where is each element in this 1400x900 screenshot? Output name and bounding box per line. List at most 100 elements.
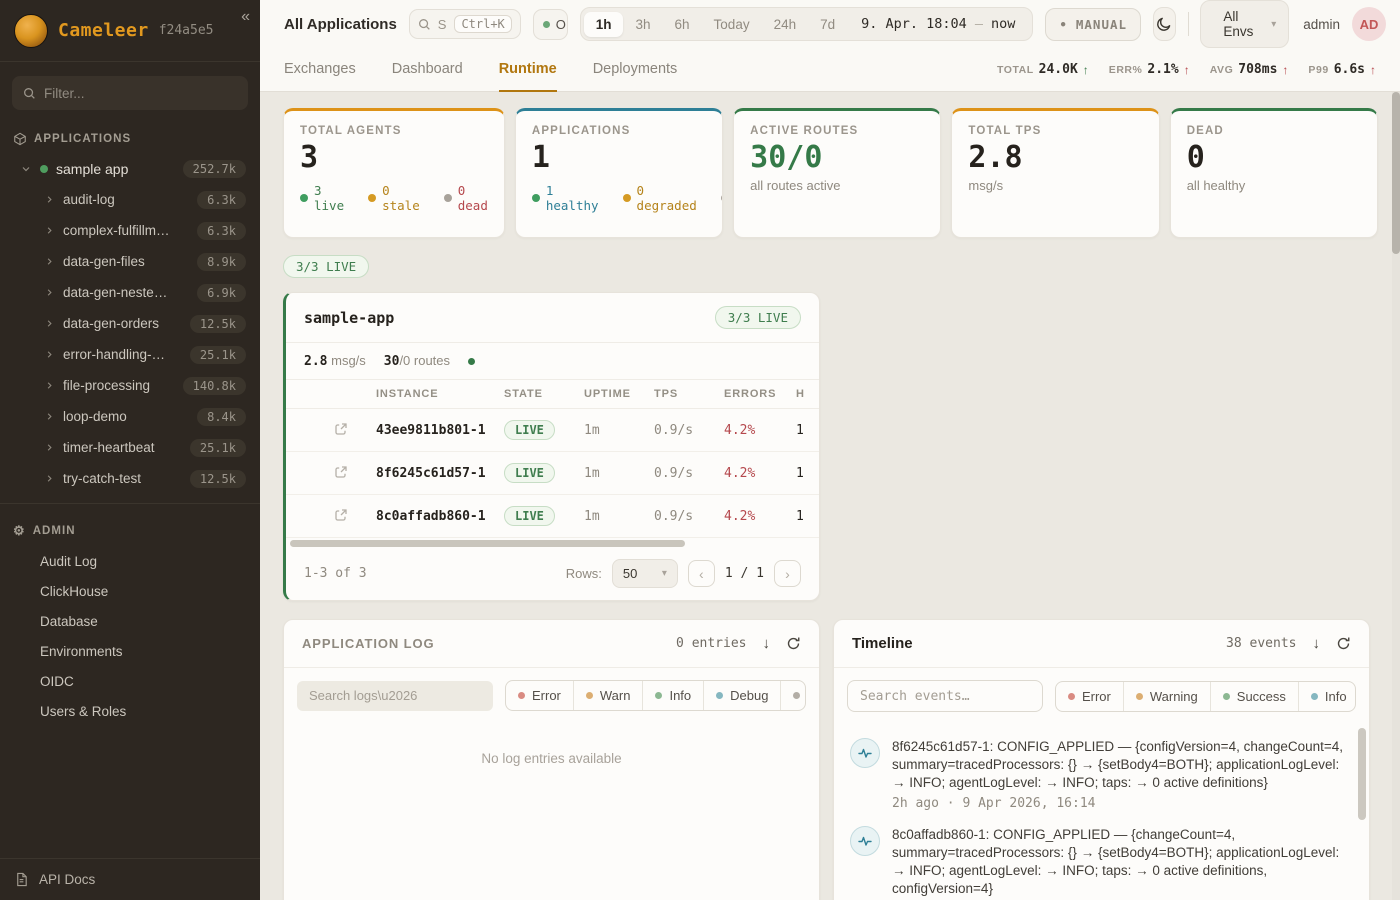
events-count: 38 events [1226, 636, 1296, 651]
chevron-right-icon[interactable] [44, 380, 55, 391]
applications-section-header: APPLICATIONS [0, 122, 260, 154]
external-link-icon[interactable] [334, 465, 348, 479]
agents-dead-stat: 0dead [444, 183, 488, 213]
level-dot [655, 692, 662, 699]
page-indicator: 1 / 1 [725, 566, 764, 581]
time-range-7d[interactable]: 7d [808, 12, 847, 37]
refresh-icon[interactable] [1336, 636, 1351, 651]
download-icon[interactable]: ↓ [763, 635, 771, 652]
page-scrollbar[interactable] [1392, 92, 1400, 900]
next-page-button[interactable]: › [774, 560, 801, 587]
table-row[interactable]: 8f6245c61d57-1 LIVE 1m 0.9/s 4.2% 1 [286, 452, 820, 495]
sidebar-item-data-gen-files[interactable]: data-gen-files 8.9k [0, 246, 260, 277]
sidebar-item-data-gen-nested[interactable]: data-gen-neste… 6.9k [0, 277, 260, 308]
external-link-icon[interactable] [334, 508, 348, 522]
chevron-right-icon[interactable] [44, 411, 55, 422]
divider [0, 503, 260, 504]
sidebar-item-oidc[interactable]: OIDC [0, 667, 260, 697]
date-range-display[interactable]: 9. Apr. 18:04 — now [847, 11, 1029, 37]
sidebar-item-audit-log[interactable]: audit-log 6.3k [0, 184, 260, 215]
chevron-right-icon[interactable] [44, 225, 55, 236]
filter-chip-info[interactable]: Info [1298, 682, 1356, 711]
table-row[interactable]: 8c0affadb860-1 LIVE 1m 0.9/s 4.2% 1 [286, 495, 820, 538]
time-range-24h[interactable]: 24h [762, 12, 809, 37]
sidebar-item-error-handling[interactable]: error-handling-… 25.1k [0, 339, 260, 370]
kpi-errors: ERR% 2.1% ↑ [1109, 62, 1190, 77]
chevron-right-icon[interactable] [44, 442, 55, 453]
log-search-input[interactable] [297, 681, 493, 711]
sidebar-item-try-catch-test[interactable]: try-catch-test 12.5k [0, 463, 260, 494]
filter-chip-trace[interactable]: Trace [780, 681, 806, 710]
sidebar-item-environments[interactable]: Environments [0, 637, 260, 667]
sidebar-item-timer-heartbeat[interactable]: timer-heartbeat 25.1k [0, 432, 260, 463]
page-scrollbar-thumb[interactable] [1392, 92, 1400, 254]
prev-page-button[interactable]: ‹ [688, 560, 715, 587]
time-range-6h[interactable]: 6h [663, 12, 702, 37]
tab-deployments[interactable]: Deployments [593, 48, 678, 92]
chevron-right-icon[interactable] [44, 287, 55, 298]
environment-select[interactable]: All Envs ▾ [1200, 0, 1289, 48]
chevron-right-icon[interactable] [44, 256, 55, 267]
event-type-filters: Error Warning Success Info [1055, 681, 1356, 712]
refresh-icon[interactable] [786, 636, 801, 651]
sidebar-item-loop-demo[interactable]: loop-demo 8.4k [0, 401, 260, 432]
horizontal-scrollbar[interactable] [290, 540, 685, 547]
api-docs-link[interactable]: API Docs [0, 858, 260, 900]
app-throughput-row: 2.8 msg/s 30/0 routes [286, 343, 819, 380]
agents-live-stat: 3live [300, 183, 344, 213]
sidebar-header: Cameleer f24a5e5 « [0, 0, 260, 62]
sidebar-item-database[interactable]: Database [0, 607, 260, 637]
rows-per-page-select[interactable]: 50 ▾ [612, 559, 678, 588]
sidebar-item-audit-log-admin[interactable]: Audit Log [0, 547, 260, 577]
filter-chip-info[interactable]: Info [642, 681, 703, 710]
search-icon [23, 87, 36, 100]
sidebar-collapse-icon[interactable]: « [241, 8, 250, 26]
timeline-event[interactable]: 8f6245c61d57-1: CONFIG_APPLIED — {config… [850, 738, 1349, 811]
sidebar-item-clickhouse[interactable]: ClickHouse [0, 577, 260, 607]
filter-chip-warning[interactable]: Warning [1123, 682, 1210, 711]
tab-exchanges[interactable]: Exchanges [284, 48, 356, 92]
app-card-title: sample-app [304, 309, 394, 327]
filter-chip-error[interactable]: Error [506, 681, 573, 710]
sample-app-card: sample-app 3/3 LIVE 2.8 msg/s 30/0 route… [283, 292, 820, 601]
timeline-scrollbar[interactable] [1358, 728, 1366, 820]
dark-mode-toggle[interactable] [1153, 7, 1176, 41]
main-area: All Applications S… Ctrl+K O 1h 3h 6h To… [260, 0, 1400, 900]
filter-chip-success[interactable]: Success [1210, 682, 1298, 711]
chevron-right-icon[interactable] [44, 473, 55, 484]
sidebar-item-complex-fulfillment[interactable]: complex-fulfillm… 6.3k [0, 215, 260, 246]
online-status-chip[interactable]: O [533, 9, 568, 40]
chevron-down-icon[interactable] [20, 163, 32, 175]
global-search-button[interactable]: S… Ctrl+K [409, 9, 521, 39]
event-search-input[interactable] [847, 680, 1043, 712]
tab-dashboard[interactable]: Dashboard [392, 48, 463, 92]
avatar[interactable]: AD [1352, 7, 1386, 41]
manual-refresh-toggle[interactable]: • MANUAL [1045, 8, 1141, 41]
sidebar-item-sample-app[interactable]: sample app 252.7k [0, 154, 260, 184]
chevron-right-icon[interactable] [44, 194, 55, 205]
divider [1188, 12, 1189, 36]
content-area: TOTAL AGENTS 3 3live 0stale 0dead [260, 92, 1400, 900]
activity-pulse-icon [850, 738, 880, 768]
filter-chip-error[interactable]: Error [1056, 682, 1123, 711]
table-row[interactable]: 43ee9811b801-1 LIVE 1m 0.9/s 4.2% 1 [286, 409, 820, 452]
event-timestamp: 2h ago · 9 Apr 2026, 16:14 [892, 796, 1349, 811]
filter-chip-debug[interactable]: Debug [703, 681, 780, 710]
time-range-1h[interactable]: 1h [584, 12, 624, 37]
sidebar-item-data-gen-orders[interactable]: data-gen-orders 12.5k [0, 308, 260, 339]
filter-chip-warn[interactable]: Warn [573, 681, 643, 710]
tab-runtime[interactable]: Runtime [499, 48, 557, 92]
time-range-3h[interactable]: 3h [623, 12, 662, 37]
external-link-icon[interactable] [334, 422, 348, 436]
timeline-event[interactable]: 8c0affadb860-1: CONFIG_APPLIED — {change… [850, 826, 1349, 900]
time-range-today[interactable]: Today [702, 12, 762, 37]
sidebar-item-file-processing[interactable]: file-processing 140.8k [0, 370, 260, 401]
download-icon[interactable]: ↓ [1313, 635, 1321, 652]
chevron-right-icon[interactable] [44, 318, 55, 329]
sidebar: Cameleer f24a5e5 « Filter... APPLICATION… [0, 0, 260, 900]
status-dot [721, 194, 723, 202]
sidebar-filter-input[interactable]: Filter... [12, 76, 248, 110]
sidebar-item-users-roles[interactable]: Users & Roles [0, 697, 260, 727]
card-total-agents: TOTAL AGENTS 3 3live 0stale 0dead [283, 108, 505, 238]
chevron-right-icon[interactable] [44, 349, 55, 360]
